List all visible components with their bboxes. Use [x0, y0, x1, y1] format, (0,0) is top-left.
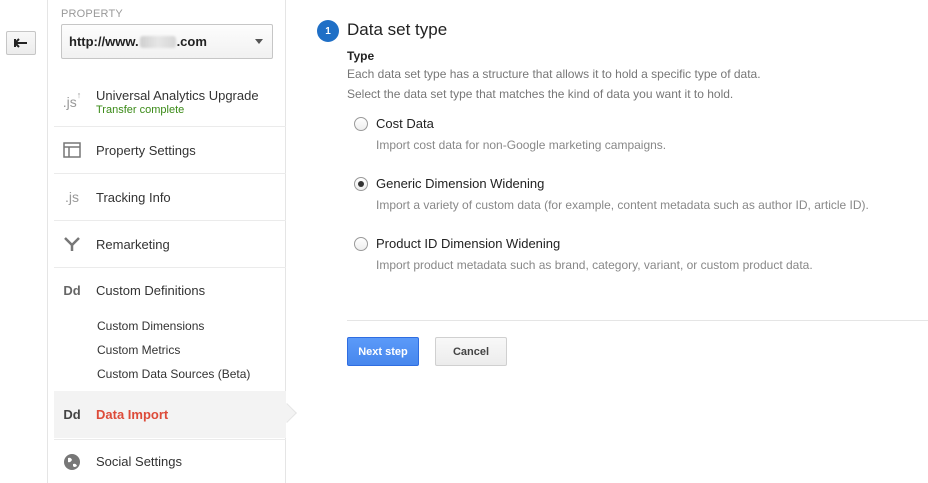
- option-label-cost-data[interactable]: Cost Data: [376, 116, 434, 131]
- type-heading: Type: [347, 49, 375, 63]
- radio-cost-data[interactable]: [354, 117, 368, 131]
- divider: [347, 320, 928, 321]
- sidebar-item-label: Property Settings: [96, 142, 196, 158]
- property-label: PROPERTY: [61, 8, 123, 20]
- step-title: Data set type: [347, 20, 448, 39]
- radio-generic-dimension-widening[interactable]: [354, 177, 368, 191]
- sidebar-item-data-import[interactable]: Dd Data Import: [54, 391, 297, 438]
- main-content: 1 Data set type Type Each data set type …: [286, 0, 928, 483]
- option-desc-generic-dimension-widening: Import a variety of custom data (for exa…: [376, 198, 869, 212]
- chevron-down-icon: [255, 39, 263, 44]
- next-step-button[interactable]: Next step: [347, 337, 419, 366]
- property-select[interactable]: http://www. .com: [61, 24, 273, 59]
- sidebar-item-property-settings[interactable]: Property Settings: [54, 127, 286, 174]
- dd-icon: Dd: [63, 282, 81, 298]
- collapse-back-button[interactable]: [6, 31, 36, 55]
- type-description-line-2: Select the data set type that matches th…: [347, 87, 734, 101]
- option-desc-product-id-dimension-widening: Import product metadata such as brand, c…: [376, 258, 813, 272]
- dd-icon: Dd: [63, 407, 81, 422]
- sidebar-item-social-settings[interactable]: Social Settings: [54, 439, 286, 483]
- cancel-button[interactable]: Cancel: [435, 337, 507, 366]
- sidebar-item-tracking-info[interactable]: .js Tracking Info: [54, 174, 286, 221]
- sidebar-item-label: Tracking Info: [96, 189, 171, 205]
- sidebar: PROPERTY http://www. .com .js ↑ Universal…: [48, 0, 297, 483]
- sidebar-item-label: Universal Analytics Upgrade: [96, 87, 259, 103]
- arrow-left-icon: [14, 38, 27, 48]
- property-url-suffix: .com: [176, 34, 207, 49]
- sidebar-item-ua-upgrade[interactable]: .js ↑ Universal Analytics Upgrade Transfe…: [54, 77, 286, 127]
- redacted-domain: [139, 35, 176, 48]
- sidebar-subitem-custom-dimensions[interactable]: Custom Dimensions: [97, 319, 204, 333]
- sidebar-item-label: Data Import: [96, 407, 169, 422]
- left-gutter: [0, 0, 48, 483]
- globe-icon: [54, 453, 90, 471]
- sidebar-subitem-custom-metrics[interactable]: Custom Metrics: [97, 343, 180, 357]
- sidebar-item-label: Remarketing: [96, 236, 170, 252]
- transfer-status: Transfer complete: [96, 103, 185, 116]
- sidebar-item-custom-definitions[interactable]: Dd Custom Definitions: [54, 268, 286, 312]
- sidebar-subitem-custom-data-sources[interactable]: Custom Data Sources (Beta): [97, 367, 250, 381]
- sidebar-item-label: Social Settings: [96, 454, 182, 469]
- sidebar-item-remarketing[interactable]: Remarketing: [54, 221, 286, 268]
- property-url-prefix: http://www.: [69, 34, 139, 49]
- option-label-generic-dimension-widening[interactable]: Generic Dimension Widening: [376, 176, 544, 191]
- property-settings-icon: [54, 142, 90, 158]
- radio-product-id-dimension-widening[interactable]: [354, 237, 368, 251]
- sidebar-item-label: Custom Definitions: [96, 282, 206, 298]
- type-description-line-1: Each data set type has a structure that …: [347, 67, 761, 81]
- js-upgrade-icon: .js ↑: [62, 89, 82, 110]
- step-number-badge: 1: [317, 20, 339, 42]
- option-label-product-id-dimension-widening[interactable]: Product ID Dimension Widening: [376, 236, 560, 251]
- option-desc-cost-data: Import cost data for non-Google marketin…: [376, 138, 667, 152]
- remarketing-icon: [54, 236, 90, 252]
- js-icon: .js: [65, 189, 79, 205]
